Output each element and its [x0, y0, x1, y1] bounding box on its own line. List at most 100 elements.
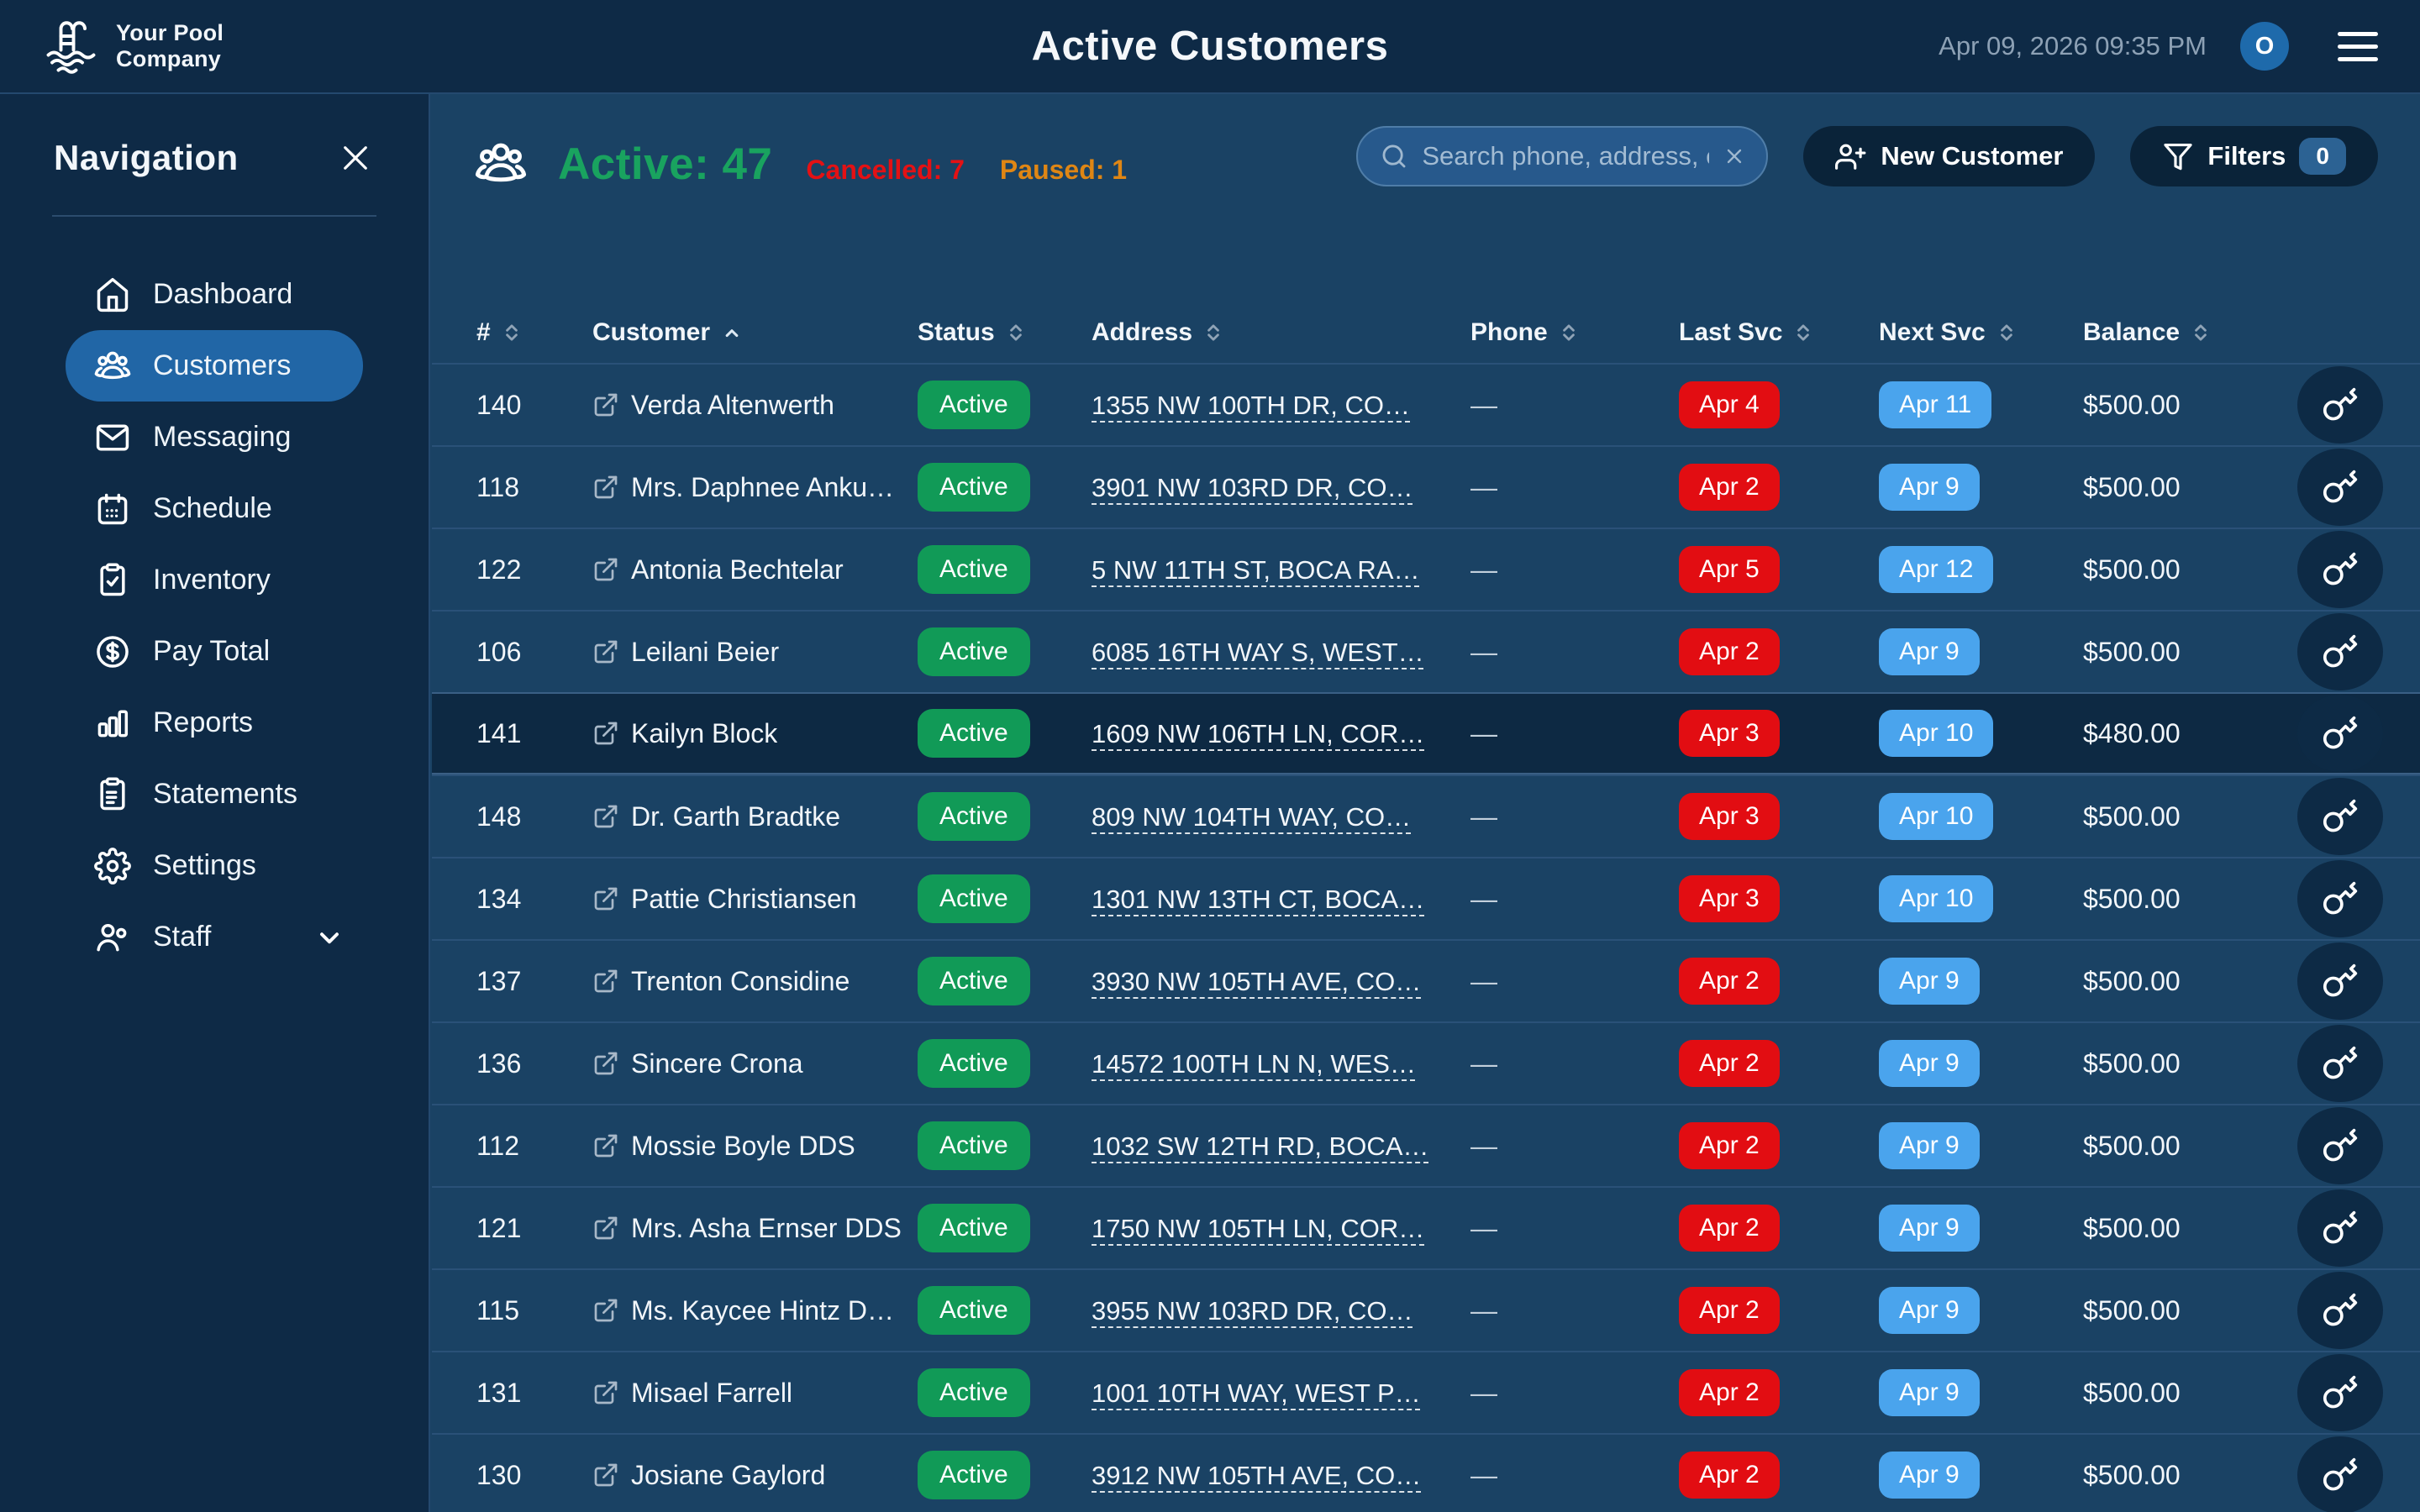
open-customer-icon[interactable]	[592, 556, 619, 583]
key-button[interactable]	[2297, 449, 2383, 526]
status-badge: Active	[918, 1039, 1030, 1088]
key-button[interactable]	[2297, 531, 2383, 608]
column-header-num[interactable]: #	[476, 318, 592, 347]
address-link[interactable]: 1609 NW 106TH LN, COR…	[1092, 719, 1424, 748]
column-header-next-svc[interactable]: Next Svc	[1879, 318, 2083, 347]
sidebar-item-inventory[interactable]: Inventory	[66, 544, 363, 616]
address-link[interactable]: 1355 NW 100TH DR, CO…	[1092, 391, 1410, 420]
customer-name: Sincere Crona	[631, 1048, 803, 1079]
address-link[interactable]: 6085 16TH WAY S, WEST…	[1092, 638, 1424, 667]
sidebar-item-reports[interactable]: Reports	[66, 687, 363, 759]
clear-search-icon[interactable]	[1723, 144, 1746, 168]
address-link[interactable]: 1001 10TH WAY, WEST P…	[1092, 1378, 1421, 1408]
table-row[interactable]: 121 Mrs. Asha Ernser DDS Active 1750 NW …	[432, 1186, 2420, 1268]
address-link[interactable]: 14572 100TH LN N, WES…	[1092, 1049, 1416, 1079]
key-button[interactable]	[2297, 1025, 2383, 1102]
column-header-last-svc[interactable]: Last Svc	[1679, 318, 1879, 347]
address-link[interactable]: 3912 NW 105TH AVE, CO…	[1092, 1461, 1421, 1490]
menu-icon[interactable]	[2338, 32, 2378, 61]
search-icon	[1380, 142, 1408, 171]
open-customer-icon[interactable]	[592, 1132, 619, 1159]
key-button[interactable]	[2297, 1272, 2383, 1349]
open-customer-icon[interactable]	[592, 1379, 619, 1406]
close-icon[interactable]	[338, 140, 373, 176]
open-customer-icon[interactable]	[592, 968, 619, 995]
key-button[interactable]	[2297, 613, 2383, 690]
table-row[interactable]: 115 Ms. Kaycee Hintz D… Active 3955 NW 1…	[432, 1268, 2420, 1351]
next-service-pill: Apr 11	[1879, 381, 1991, 428]
open-customer-icon[interactable]	[592, 1215, 619, 1242]
key-button[interactable]	[2297, 778, 2383, 855]
customer-name: Josiane Gaylord	[631, 1460, 825, 1491]
column-header-status[interactable]: Status	[918, 318, 1092, 347]
open-customer-icon[interactable]	[592, 1297, 619, 1324]
brand-name: Your Pool Company	[116, 20, 224, 72]
address-link[interactable]: 5 NW 11TH ST, BOCA RA…	[1092, 555, 1419, 585]
table-row[interactable]: 118 Mrs. Daphnee Anku… Active 3901 NW 10…	[432, 445, 2420, 528]
table-row[interactable]: 131 Misael Farrell Active 1001 10TH WAY,…	[432, 1351, 2420, 1433]
key-button[interactable]	[2297, 366, 2383, 444]
address-link[interactable]: 1750 NW 105TH LN, COR…	[1092, 1214, 1424, 1243]
phone-value: —	[1470, 1131, 1679, 1162]
column-header-balance[interactable]: Balance	[2083, 318, 2281, 347]
table-row[interactable]: 137 Trenton Considine Active 3930 NW 105…	[432, 939, 2420, 1021]
phone-value: —	[1470, 1378, 1679, 1409]
open-customer-icon[interactable]	[592, 391, 619, 418]
table-row[interactable]: 106 Leilani Beier Active 6085 16TH WAY S…	[432, 610, 2420, 692]
address-link[interactable]: 3930 NW 105TH AVE, CO…	[1092, 967, 1421, 996]
open-customer-icon[interactable]	[592, 720, 619, 747]
address-link[interactable]: 809 NW 104TH WAY, CO…	[1092, 802, 1411, 832]
sidebar-item-customers[interactable]: Customers	[66, 330, 363, 402]
column-header-address[interactable]: Address	[1092, 318, 1470, 347]
table-row[interactable]: 112 Mossie Boyle DDS Active 1032 SW 12TH…	[432, 1104, 2420, 1186]
column-header-customer[interactable]: Customer	[592, 318, 918, 347]
sidebar-item-messaging[interactable]: Messaging	[66, 402, 363, 473]
sidebar-item-label: Reports	[153, 706, 253, 739]
table-row[interactable]: 122 Antonia Bechtelar Active 5 NW 11TH S…	[432, 528, 2420, 610]
avatar[interactable]: O	[2240, 22, 2289, 71]
sort-icon	[1558, 322, 1580, 344]
balance-value: $500.00	[2083, 966, 2281, 997]
address-link[interactable]: 1301 NW 13TH CT, BOCA…	[1092, 885, 1424, 914]
open-customer-icon[interactable]	[592, 638, 619, 665]
key-button[interactable]	[2297, 860, 2383, 937]
filters-button[interactable]: Filters 0	[2130, 126, 2378, 186]
table-row[interactable]: 141 Kailyn Block Active 1609 NW 106TH LN…	[432, 692, 2420, 774]
table-row[interactable]: 134 Pattie Christiansen Active 1301 NW 1…	[432, 857, 2420, 939]
column-header-phone[interactable]: Phone	[1470, 318, 1679, 347]
search-input[interactable]	[1422, 141, 1709, 171]
next-service-pill: Apr 9	[1879, 1205, 1980, 1252]
next-service-pill: Apr 9	[1879, 958, 1980, 1005]
open-customer-icon[interactable]	[592, 1462, 619, 1488]
address-link[interactable]: 3955 NW 103RD DR, CO…	[1092, 1296, 1413, 1326]
datetime: Apr 09, 2026 09:35 PM	[1939, 31, 2207, 61]
table-row[interactable]: 148 Dr. Garth Bradtke Active 809 NW 104T…	[432, 774, 2420, 857]
key-button[interactable]	[2297, 942, 2383, 1020]
key-button[interactable]	[2297, 1354, 2383, 1431]
table-row[interactable]: 140 Verda Altenwerth Active 1355 NW 100T…	[432, 363, 2420, 445]
sidebar-item-dashboard[interactable]: Dashboard	[66, 259, 363, 330]
table-row[interactable]: 130 Josiane Gaylord Active 3912 NW 105TH…	[432, 1433, 2420, 1512]
table-row[interactable]: 136 Sincere Crona Active 14572 100TH LN …	[432, 1021, 2420, 1104]
address-link[interactable]: 1032 SW 12TH RD, BOCA…	[1092, 1131, 1428, 1161]
address-link[interactable]: 3901 NW 103RD DR, CO…	[1092, 473, 1413, 502]
sidebar-item-statements[interactable]: Statements	[66, 759, 363, 830]
open-customer-icon[interactable]	[592, 474, 619, 501]
key-button[interactable]	[2297, 1189, 2383, 1267]
sidebar-item-pay-total[interactable]: Pay Total	[66, 616, 363, 687]
new-customer-button[interactable]: New Customer	[1803, 126, 2095, 186]
sidebar-item-settings[interactable]: Settings	[66, 830, 363, 901]
balance-value: $500.00	[2083, 1295, 2281, 1326]
open-customer-icon[interactable]	[592, 1050, 619, 1077]
open-customer-icon[interactable]	[592, 885, 619, 912]
sidebar-item-schedule[interactable]: Schedule	[66, 473, 363, 544]
open-customer-icon[interactable]	[592, 803, 619, 830]
sidebar-divider	[52, 215, 376, 217]
key-button[interactable]	[2297, 1436, 2383, 1512]
sort-icon	[1792, 322, 1814, 344]
phone-value: —	[1470, 966, 1679, 997]
sidebar-item-staff[interactable]: Staff	[66, 901, 363, 973]
customer-number: 140	[476, 390, 592, 421]
key-button[interactable]	[2297, 1107, 2383, 1184]
key-button[interactable]	[2297, 695, 2383, 772]
